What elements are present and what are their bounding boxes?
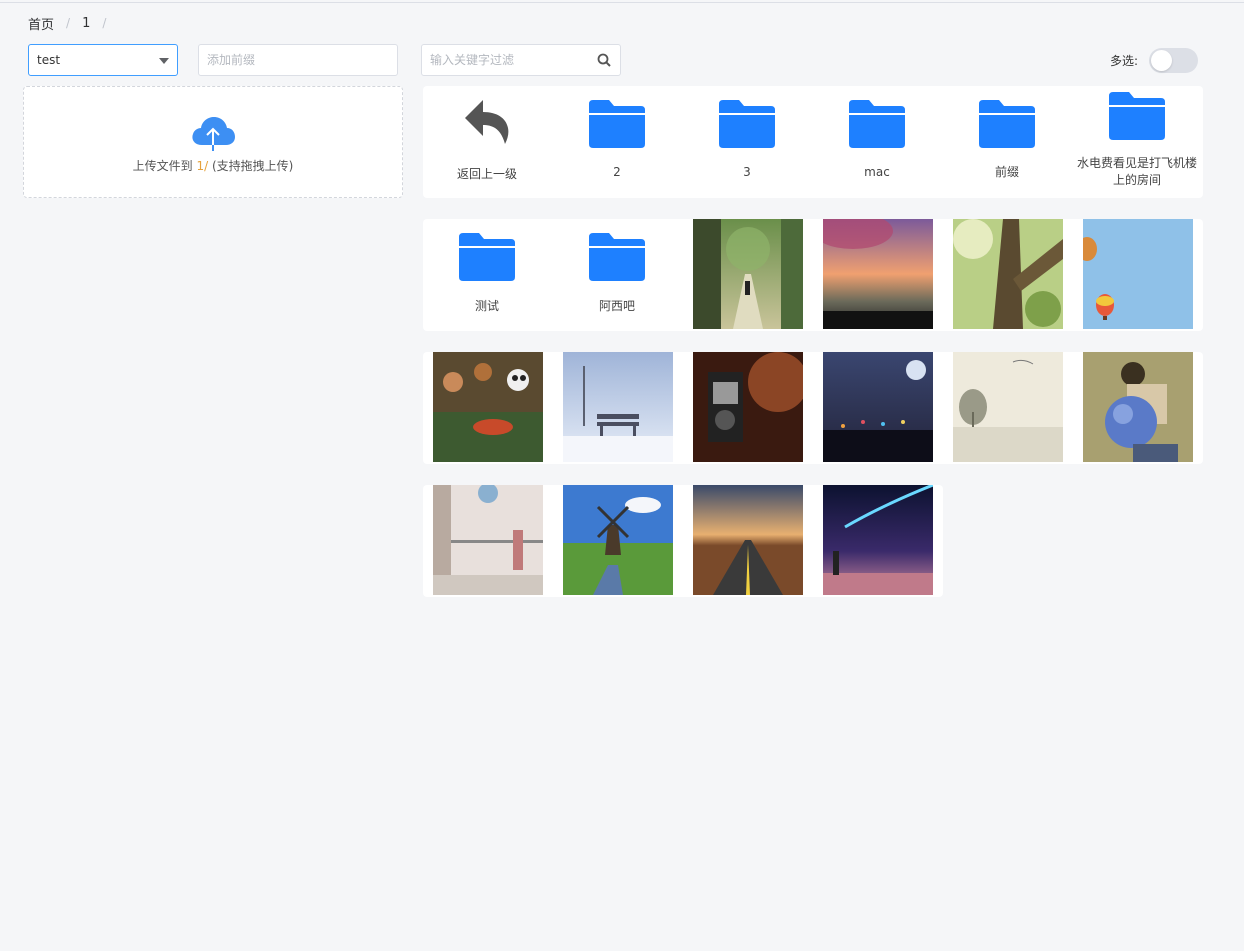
folder-item[interactable]: 2 (553, 86, 681, 198)
filter-box (421, 44, 621, 76)
image-moon-city-night (823, 352, 933, 462)
grid-row: 返回上一级 2 3 mac 前缀 水电费看见是打飞机楼上的房间 (423, 86, 1203, 198)
folder-icon (849, 100, 905, 148)
image-tree-trunk (953, 219, 1063, 329)
upload-path: 1/ (196, 158, 209, 173)
folder-item[interactable]: mac (813, 86, 941, 198)
image-thumbnail[interactable] (563, 485, 673, 595)
image-crowded-party (433, 352, 543, 462)
image-windmill-canal (563, 485, 673, 595)
bucket-select-value: test (37, 53, 61, 67)
folder-icon (1109, 92, 1165, 140)
grid-row: 测试 阿西吧 (423, 219, 1203, 331)
folder-icon (719, 100, 775, 148)
back-arrow-icon (465, 100, 509, 144)
search-icon[interactable] (597, 53, 611, 67)
top-divider (0, 2, 1244, 3)
folder-item[interactable]: 水电费看见是打飞机楼上的房间 (1073, 86, 1201, 198)
image-thumbnail[interactable] (693, 352, 803, 462)
image-thumbnail[interactable] (953, 352, 1063, 462)
image-sunset-blossoms (823, 219, 933, 329)
image-balloon-balcony (433, 485, 543, 595)
image-desert-road (693, 485, 803, 595)
breadcrumb: 首页 / 1 / (28, 14, 118, 33)
cloud-upload-icon (192, 116, 235, 151)
breadcrumb-current[interactable]: 1 (82, 16, 90, 31)
folder-item[interactable]: 3 (683, 86, 811, 198)
upload-dropzone[interactable]: 上传文件到 1/ (支持拖拽上传) (23, 86, 403, 198)
image-thumbnail[interactable] (823, 352, 933, 462)
image-thumbnail[interactable] (693, 219, 803, 329)
image-thumbnail[interactable] (433, 485, 543, 595)
folder-name: 2 (613, 165, 621, 179)
breadcrumb-separator: / (66, 16, 71, 30)
folder-name: 阿西吧 (598, 299, 635, 313)
folder-name: 3 (743, 165, 751, 179)
folder-name: mac (864, 165, 890, 179)
image-thumbnail[interactable] (433, 352, 543, 462)
image-boy-with-globe (1083, 352, 1193, 462)
back-item[interactable]: 返回上一级 (423, 86, 551, 198)
filter-input[interactable] (422, 46, 597, 74)
folder-item[interactable]: 前缀 (943, 86, 1071, 198)
image-misty-landscape (953, 352, 1063, 462)
image-hot-air-balloons (1083, 219, 1193, 329)
multi-select-toggle[interactable] (1149, 48, 1198, 73)
upload-hint-prefix: 上传文件到 (132, 158, 197, 173)
image-thumbnail[interactable] (563, 352, 673, 462)
image-comet-sky (823, 485, 933, 595)
image-thumbnail[interactable] (953, 219, 1063, 329)
folder-icon (589, 100, 645, 148)
toggle-knob (1151, 50, 1172, 71)
caret-down-icon (159, 58, 169, 64)
grid-row (423, 352, 1203, 464)
image-thumbnail[interactable] (693, 485, 803, 595)
folder-item[interactable]: 测试 (423, 219, 551, 331)
upload-hint: 上传文件到 1/ (支持拖拽上传) (133, 157, 294, 174)
back-label: 返回上一级 (456, 167, 517, 181)
upload-hint-suffix: (支持拖拽上传) (208, 158, 294, 173)
image-thumbnail[interactable] (1083, 352, 1193, 462)
folder-name: 水电费看见是打飞机楼上的房间 (1077, 156, 1198, 187)
image-forest-path (693, 219, 803, 329)
folder-icon (459, 233, 515, 281)
folder-name: 测试 (474, 299, 499, 313)
prefix-input[interactable] (198, 44, 398, 76)
multi-select-label: 多选: (1110, 54, 1139, 68)
image-snowy-bench (563, 352, 673, 462)
breadcrumb-home[interactable]: 首页 (28, 14, 54, 33)
folder-icon (589, 233, 645, 281)
breadcrumb-separator: / (102, 16, 107, 30)
bucket-select[interactable]: test (28, 44, 178, 76)
folder-item[interactable]: 阿西吧 (553, 219, 681, 331)
image-thumbnail[interactable] (1083, 219, 1193, 329)
folder-name: 前缀 (994, 165, 1019, 179)
grid-row (423, 485, 943, 597)
image-vintage-camera (693, 352, 803, 462)
image-thumbnail[interactable] (823, 219, 933, 329)
folder-icon (979, 100, 1035, 148)
image-thumbnail[interactable] (823, 485, 933, 595)
